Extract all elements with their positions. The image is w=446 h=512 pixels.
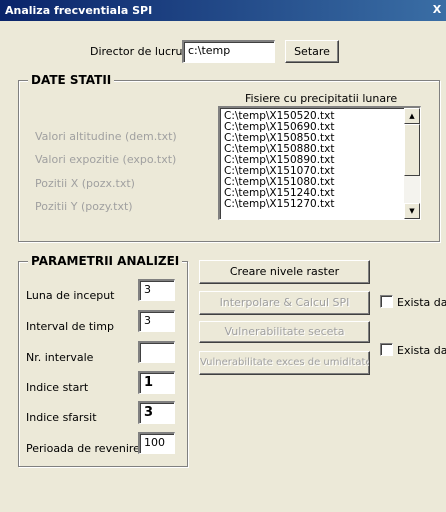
- close-icon[interactable]: X: [430, 3, 444, 17]
- interval-timp-input[interactable]: 3: [138, 310, 175, 332]
- workdir-label: Director de lucru: [90, 45, 183, 58]
- date-statii-title: DATE STATII: [28, 73, 115, 87]
- interpolare-calcul-spi-button[interactable]: Interpolare & Calcul SPI: [199, 291, 370, 315]
- window-titlebar: Analiza frecventiala SPI X: [0, 0, 446, 21]
- exista-date-label-1: Exista date: [397, 296, 446, 309]
- indice-sfarsit-label: Indice sfarsit: [26, 411, 97, 424]
- perioada-revenire-input[interactable]: 100: [138, 432, 175, 454]
- exista-date-checkbox-1[interactable]: [380, 295, 393, 308]
- expo-label: Valori expozitie (expo.txt): [35, 153, 177, 166]
- scroll-thumb[interactable]: [404, 124, 420, 176]
- vulnerabilitate-seceta-button[interactable]: Vulnerabilitate seceta: [199, 321, 370, 343]
- files-listbox[interactable]: C:\temp\X150520.txt C:\temp\X150690.txt …: [218, 106, 421, 220]
- creare-nivele-raster-button[interactable]: Creare nivele raster: [199, 260, 370, 284]
- files-list-header: Fisiere cu precipitatii lunare: [245, 92, 398, 105]
- indice-sfarsit-input[interactable]: 3: [138, 401, 175, 424]
- scroll-down-icon[interactable]: ▼: [404, 203, 420, 219]
- files-scrollbar[interactable]: ▲ ▼: [404, 108, 420, 219]
- nr-intervale-label: Nr. intervale: [26, 351, 94, 364]
- exista-date-label-2: Exista date: [397, 344, 446, 357]
- list-item[interactable]: C:\temp\X151270.txt: [220, 199, 420, 210]
- exista-date-checkbox-2[interactable]: [380, 343, 393, 356]
- parametrii-title: PARAMETRII ANALIZEI: [28, 254, 183, 268]
- pozx-label: Pozitii X (pozx.txt): [35, 177, 135, 190]
- perioada-revenire-label: Perioada de revenire: [26, 442, 140, 455]
- interval-timp-label: Interval de timp: [26, 320, 114, 333]
- luna-inceput-input[interactable]: 3: [138, 279, 175, 301]
- dem-label: Valori altitudine (dem.txt): [35, 130, 177, 143]
- luna-inceput-label: Luna de inceput: [26, 289, 115, 302]
- indice-start-label: Indice start: [26, 381, 89, 394]
- window-title: Analiza frecventiala SPI: [5, 4, 153, 17]
- nr-intervale-input[interactable]: [138, 341, 175, 363]
- pozy-label: Pozitii Y (pozy.txt): [35, 200, 133, 213]
- set-workdir-button[interactable]: Setare: [285, 40, 339, 63]
- vulnerabilitate-exces-button[interactable]: Vulnerabilitate exces de umiditate: [199, 351, 370, 375]
- scroll-up-icon[interactable]: ▲: [404, 108, 420, 124]
- workdir-input[interactable]: c:\temp: [182, 40, 275, 63]
- indice-start-input[interactable]: 1: [138, 371, 175, 394]
